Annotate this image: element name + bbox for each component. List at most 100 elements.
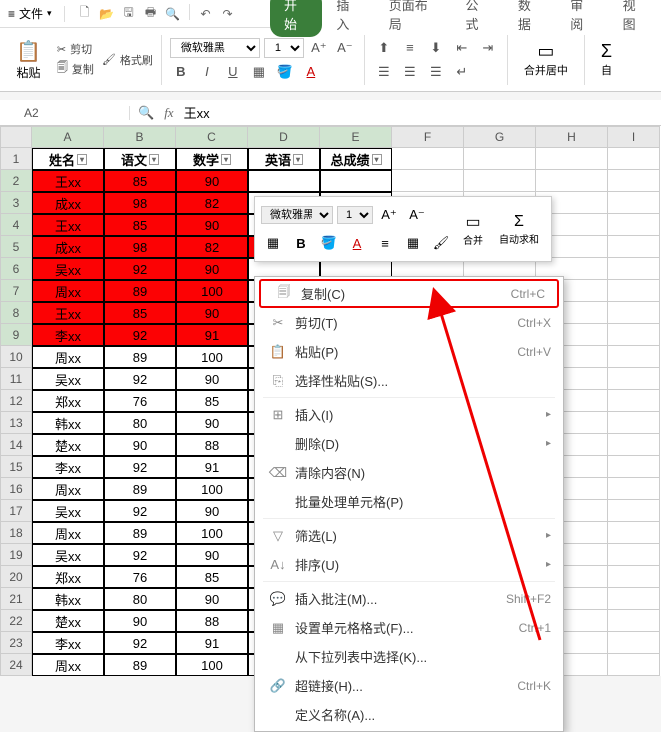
mini-font-size[interactable]: 11 [337,206,373,224]
cell[interactable] [608,280,660,302]
row-header[interactable]: 18 [0,522,32,544]
row-header[interactable]: 2 [0,170,32,192]
paste-button[interactable]: 📋 粘贴 [8,37,49,83]
cell[interactable]: 吴xx [32,258,104,280]
cell[interactable]: 90 [176,588,248,610]
filter-icon[interactable]: ▾ [149,154,159,165]
cell[interactable] [608,214,660,236]
cell[interactable] [608,368,660,390]
cell[interactable] [608,258,660,280]
row-header[interactable]: 23 [0,632,32,654]
autosum-button[interactable]: Σ 自 [593,41,620,78]
cell[interactable]: 92 [104,258,176,280]
cell[interactable]: 90 [104,610,176,632]
cell[interactable]: 成xx [32,192,104,214]
cell[interactable]: 89 [104,522,176,544]
copy-button[interactable]: 🗐复制 [57,59,94,78]
decrease-font-icon[interactable]: A⁻ [334,37,356,59]
mini-font-name[interactable]: 微软雅黑 [261,206,333,224]
select-all-corner[interactable] [0,126,32,148]
filter-icon[interactable]: ▾ [372,154,382,165]
file-menu[interactable]: ≡ 文件 ▾ [0,5,60,22]
fill-color-icon[interactable]: 🪣 [317,231,341,255]
cut-button[interactable]: ✂剪切 [57,41,94,57]
col-header-H[interactable]: H [536,126,608,148]
cell[interactable] [608,654,660,676]
indent-increase-icon[interactable]: ⇥ [477,37,499,59]
cell[interactable]: 92 [104,544,176,566]
cell[interactable]: 吴xx [32,500,104,522]
row-header[interactable]: 9 [0,324,32,346]
tab-insert[interactable]: 插入 [322,0,374,37]
col-header-I[interactable]: I [608,126,660,148]
align-icon[interactable]: ≡ [373,231,397,255]
tab-formula[interactable]: 公式 [451,0,503,37]
cell[interactable]: 100 [176,280,248,302]
cell[interactable]: 周xx [32,478,104,500]
cell[interactable]: 90 [176,544,248,566]
fill-color-button[interactable]: 🪣 [274,61,296,83]
preview-icon[interactable]: 🔍 [163,4,183,24]
cell[interactable]: 76 [104,390,176,412]
cell[interactable]: 92 [104,456,176,478]
cell[interactable]: 90 [176,500,248,522]
cell[interactable]: 90 [176,170,248,192]
row-header[interactable]: 6 [0,258,32,280]
cell[interactable]: 98 [104,192,176,214]
cell[interactable]: 100 [176,654,248,676]
cell[interactable]: 100 [176,478,248,500]
cell[interactable]: 98 [104,236,176,258]
row-header[interactable]: 11 [0,368,32,390]
ctx-sort[interactable]: A↓ 排序(U) ▸ [255,550,563,579]
cell[interactable]: 100 [176,346,248,368]
font-name-select[interactable]: 微软雅黑 [170,38,260,58]
col-header-E[interactable]: E [320,126,392,148]
cell[interactable]: 91 [176,456,248,478]
cell[interactable] [608,192,660,214]
cell[interactable]: 楚xx [32,610,104,632]
cell[interactable]: 89 [104,280,176,302]
row-header[interactable]: 8 [0,302,32,324]
cell[interactable]: 89 [104,478,176,500]
tab-view[interactable]: 视图 [609,0,661,37]
font-color-button[interactable]: A [300,61,322,83]
col-header-G[interactable]: G [464,126,536,148]
print-icon[interactable]: 🖶 [141,4,161,24]
cell[interactable]: 85 [176,390,248,412]
cell[interactable] [608,500,660,522]
mini-merge-button[interactable]: ▭ 合并 [457,212,489,247]
row-header[interactable]: 4 [0,214,32,236]
bold-button[interactable]: B [289,231,313,255]
cell[interactable]: 王xx [32,302,104,324]
cell[interactable]: 80 [104,588,176,610]
cell[interactable]: 90 [176,368,248,390]
formula-value[interactable]: 王xx [184,103,210,122]
cell[interactable]: 92 [104,632,176,654]
cell[interactable]: 总成绩▾ [320,148,392,170]
row-header[interactable]: 7 [0,280,32,302]
mini-autosum-button[interactable]: Σ 自动求和 [493,213,545,246]
row-header[interactable]: 20 [0,566,32,588]
cell[interactable]: 82 [176,236,248,258]
ctx-insert[interactable]: ⊞ 插入(I) ▸ [255,400,563,429]
col-header-D[interactable]: D [248,126,320,148]
cell[interactable]: 郑xx [32,390,104,412]
ctx-filter[interactable]: ▽ 筛选(L) ▸ [255,521,563,550]
cell[interactable] [320,170,392,192]
decrease-font-icon[interactable]: A⁻ [405,203,429,227]
cell[interactable] [608,566,660,588]
increase-font-icon[interactable]: A⁺ [377,203,401,227]
border-icon[interactable]: ▦ [401,231,425,255]
cell[interactable]: 周xx [32,654,104,676]
ctx-cut[interactable]: ✂ 剪切(T) Ctrl+X [255,308,563,337]
cell[interactable]: 92 [104,500,176,522]
cell[interactable]: 85 [104,170,176,192]
cell[interactable]: 91 [176,632,248,654]
cell[interactable]: 82 [176,192,248,214]
cell[interactable]: 数学▾ [176,148,248,170]
filter-icon[interactable]: ▾ [77,154,87,165]
col-header-B[interactable]: B [104,126,176,148]
ctx-delete[interactable]: 删除(D) ▸ [255,429,563,458]
merge-center-button[interactable]: ▭ 合并居中 [516,41,576,78]
row-header[interactable]: 14 [0,434,32,456]
